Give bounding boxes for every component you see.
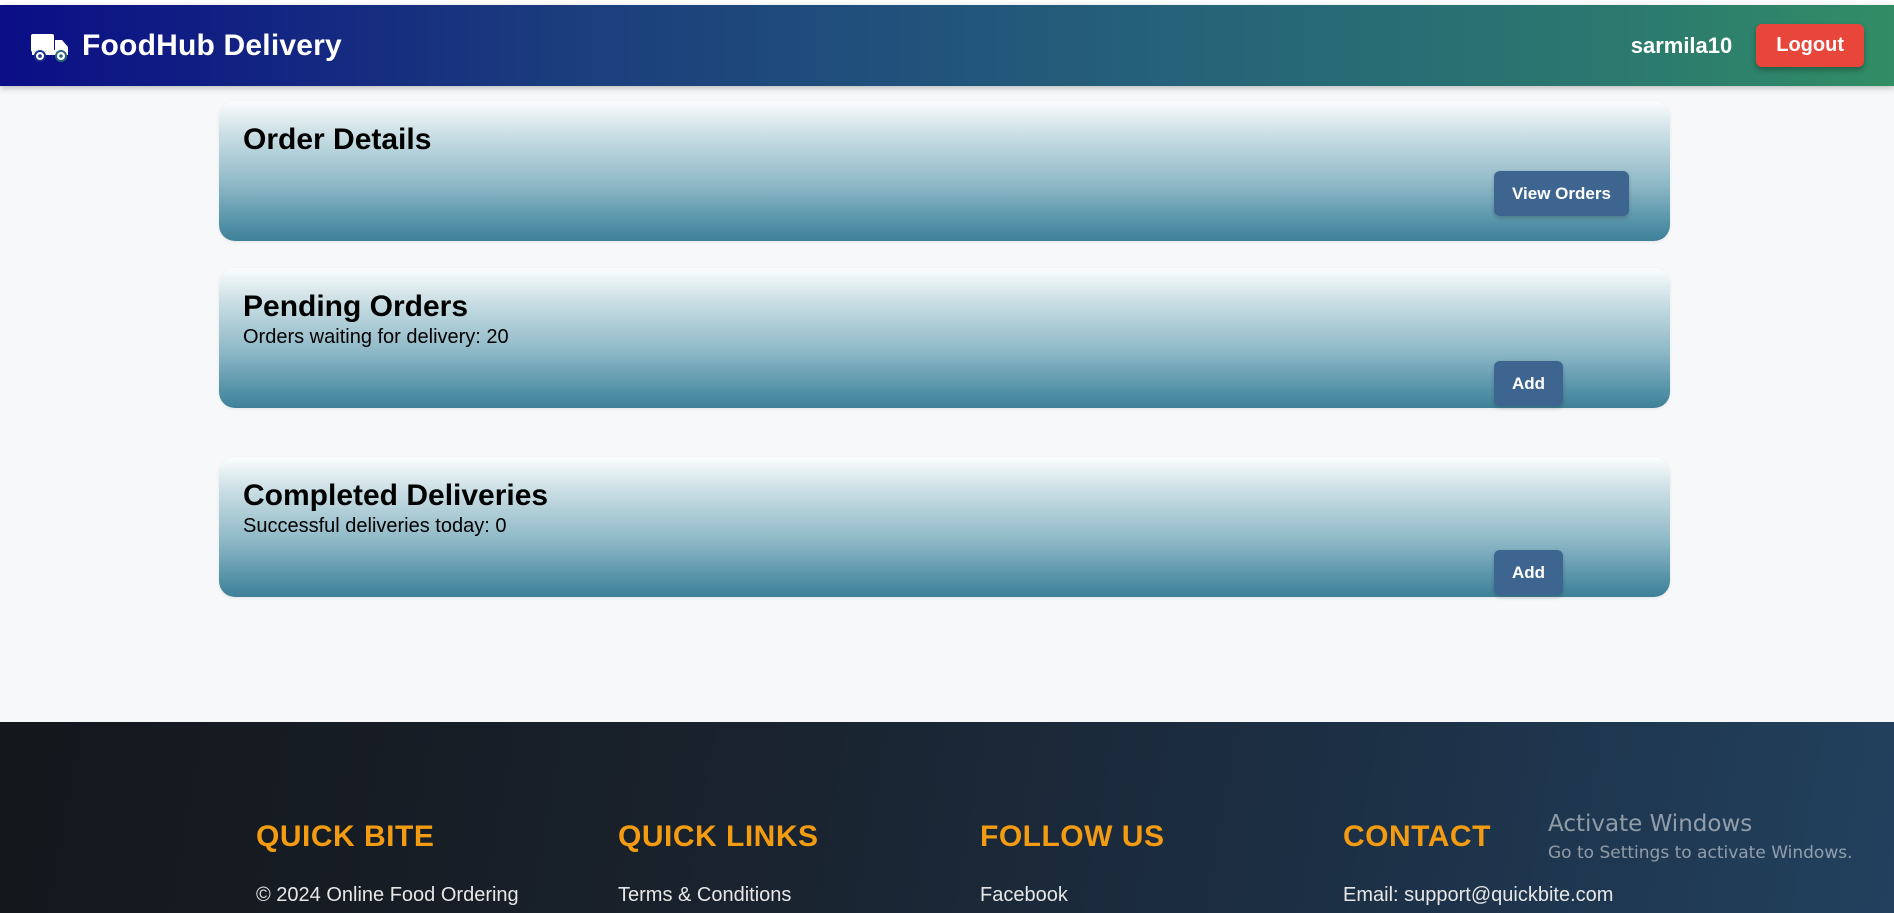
terms-link[interactable]: Terms & Conditions xyxy=(618,882,791,908)
brand-title: FoodHub Delivery xyxy=(82,28,342,62)
activate-windows-watermark: Activate Windows Go to Settings to activ… xyxy=(1548,811,1853,864)
footer-col-quick-bite: QUICK BITE © 2024 Online Food Ordering xyxy=(256,820,596,906)
completed-deliveries-card: Completed Deliveries Successful deliveri… xyxy=(219,457,1670,597)
top-navbar: FoodHub Delivery sarmila10 Logout xyxy=(0,5,1894,86)
add-completed-button[interactable]: Add xyxy=(1494,550,1564,595)
brand[interactable]: FoodHub Delivery xyxy=(30,29,342,63)
add-pending-button[interactable]: Add xyxy=(1494,361,1564,406)
logout-button[interactable]: Logout xyxy=(1756,24,1864,67)
footer-heading-follow-us: FOLLOW US xyxy=(980,820,1165,853)
nav-user-area: sarmila10 Logout xyxy=(1631,24,1864,67)
view-orders-button[interactable]: View Orders xyxy=(1494,171,1629,216)
pending-orders-count: Orders waiting for delivery: 20 xyxy=(243,326,509,348)
watermark-title: Activate Windows xyxy=(1548,811,1753,837)
completed-deliveries-count: Successful deliveries today: 0 xyxy=(243,515,507,537)
watermark-subtitle: Go to Settings to activate Windows. xyxy=(1548,843,1853,864)
delivery-truck-icon xyxy=(30,30,70,62)
footer-heading-quick-links: QUICK LINKS xyxy=(618,820,819,853)
pending-orders-card: Pending Orders Orders waiting for delive… xyxy=(219,268,1670,408)
card-title: Pending Orders xyxy=(243,290,469,323)
card-title: Order Details xyxy=(243,123,432,156)
footer-col-follow-us: FOLLOW US Facebook xyxy=(980,820,1320,906)
contact-email[interactable]: Email: support@quickbite.com xyxy=(1343,882,1613,908)
card-title: Completed Deliveries xyxy=(243,479,549,512)
order-details-card: Order Details View Orders xyxy=(219,101,1670,241)
username-label: sarmila10 xyxy=(1630,32,1733,58)
footer-col-quick-links: QUICK LINKS Terms & Conditions xyxy=(618,820,958,906)
copyright-text: © 2024 Online Food Ordering xyxy=(256,884,519,906)
facebook-link[interactable]: Facebook xyxy=(980,882,1068,908)
footer-heading-quick-bite: QUICK BITE xyxy=(256,820,435,853)
